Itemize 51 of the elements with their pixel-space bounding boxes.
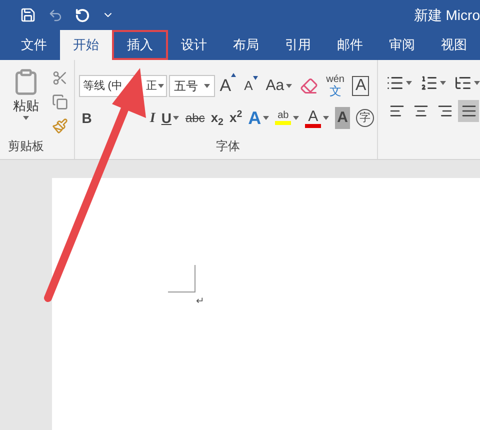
italic-button[interactable]: I [146, 106, 158, 130]
paragraph-mark: ↵ [195, 297, 205, 307]
ribbon-tab[interactable]: 布局 [220, 30, 272, 60]
shade-button[interactable]: A [332, 106, 353, 130]
ribbon-tab[interactable]: 引用 [272, 30, 324, 60]
ribbon-tab[interactable]: 审阅 [376, 30, 428, 60]
save-icon[interactable] [20, 7, 36, 23]
caret-icon[interactable] [263, 116, 270, 120]
group-label: 剪贴板 [7, 138, 45, 155]
paste-button[interactable]: 粘贴 [8, 68, 44, 137]
grow-button[interactable]: A [216, 74, 240, 98]
ribbon-tab[interactable]: 视图 [428, 30, 480, 60]
margin-corner-mark [168, 265, 196, 293]
caret-icon[interactable] [23, 116, 29, 120]
group-label: 字体 [216, 138, 240, 155]
caret-icon[interactable] [204, 84, 210, 88]
strike-button[interactable]: abc [182, 106, 208, 130]
ribbon-tab[interactable]: 插入 [112, 30, 168, 60]
caret-icon[interactable] [406, 81, 412, 85]
bold-button[interactable]: B [78, 106, 95, 130]
caret-icon[interactable] [293, 116, 300, 120]
scissors-icon[interactable] [52, 70, 68, 86]
copy-icon[interactable] [52, 94, 68, 110]
ribbon-tab[interactable]: 设计 [168, 30, 220, 60]
underline-button[interactable]: U [158, 106, 182, 130]
color-button[interactable]: A [302, 106, 332, 130]
ribbon-tab[interactable]: 开始 [60, 30, 112, 60]
caret-icon[interactable] [286, 84, 292, 88]
undo-icon[interactable] [48, 8, 63, 22]
bullets-list-button[interactable] [386, 74, 412, 92]
case-button[interactable]: Aa [262, 74, 296, 98]
window-title: 新建 Micro [414, 6, 480, 24]
repeat-icon[interactable] [75, 8, 90, 22]
caret-icon[interactable] [440, 81, 446, 85]
caret-icon[interactable] [173, 116, 180, 120]
caret-icon[interactable] [474, 81, 480, 85]
phonetic-button[interactable]: wén 文 [323, 74, 348, 98]
down-triangle-icon [252, 76, 258, 80]
font-size-field[interactable]: 五号 [168, 75, 215, 97]
numbers-list-button[interactable] [420, 74, 446, 92]
ribbon-tab[interactable]: 文件 [8, 30, 60, 60]
caret-icon[interactable] [158, 84, 164, 88]
superscript-button[interactable]: x$^{2}$ [226, 106, 246, 130]
effects-button[interactable]: A [245, 106, 272, 130]
multilevel-list-button[interactable] [454, 74, 480, 92]
shrink-button[interactable]: A [241, 74, 261, 98]
highlight-button[interactable]: ab [272, 106, 302, 130]
subscript-button[interactable]: x$_{2}$ [208, 106, 226, 130]
ribbon-tab[interactable]: 邮件 [324, 30, 376, 60]
caret-icon[interactable] [323, 116, 330, 120]
up-triangle-icon [231, 73, 236, 78]
